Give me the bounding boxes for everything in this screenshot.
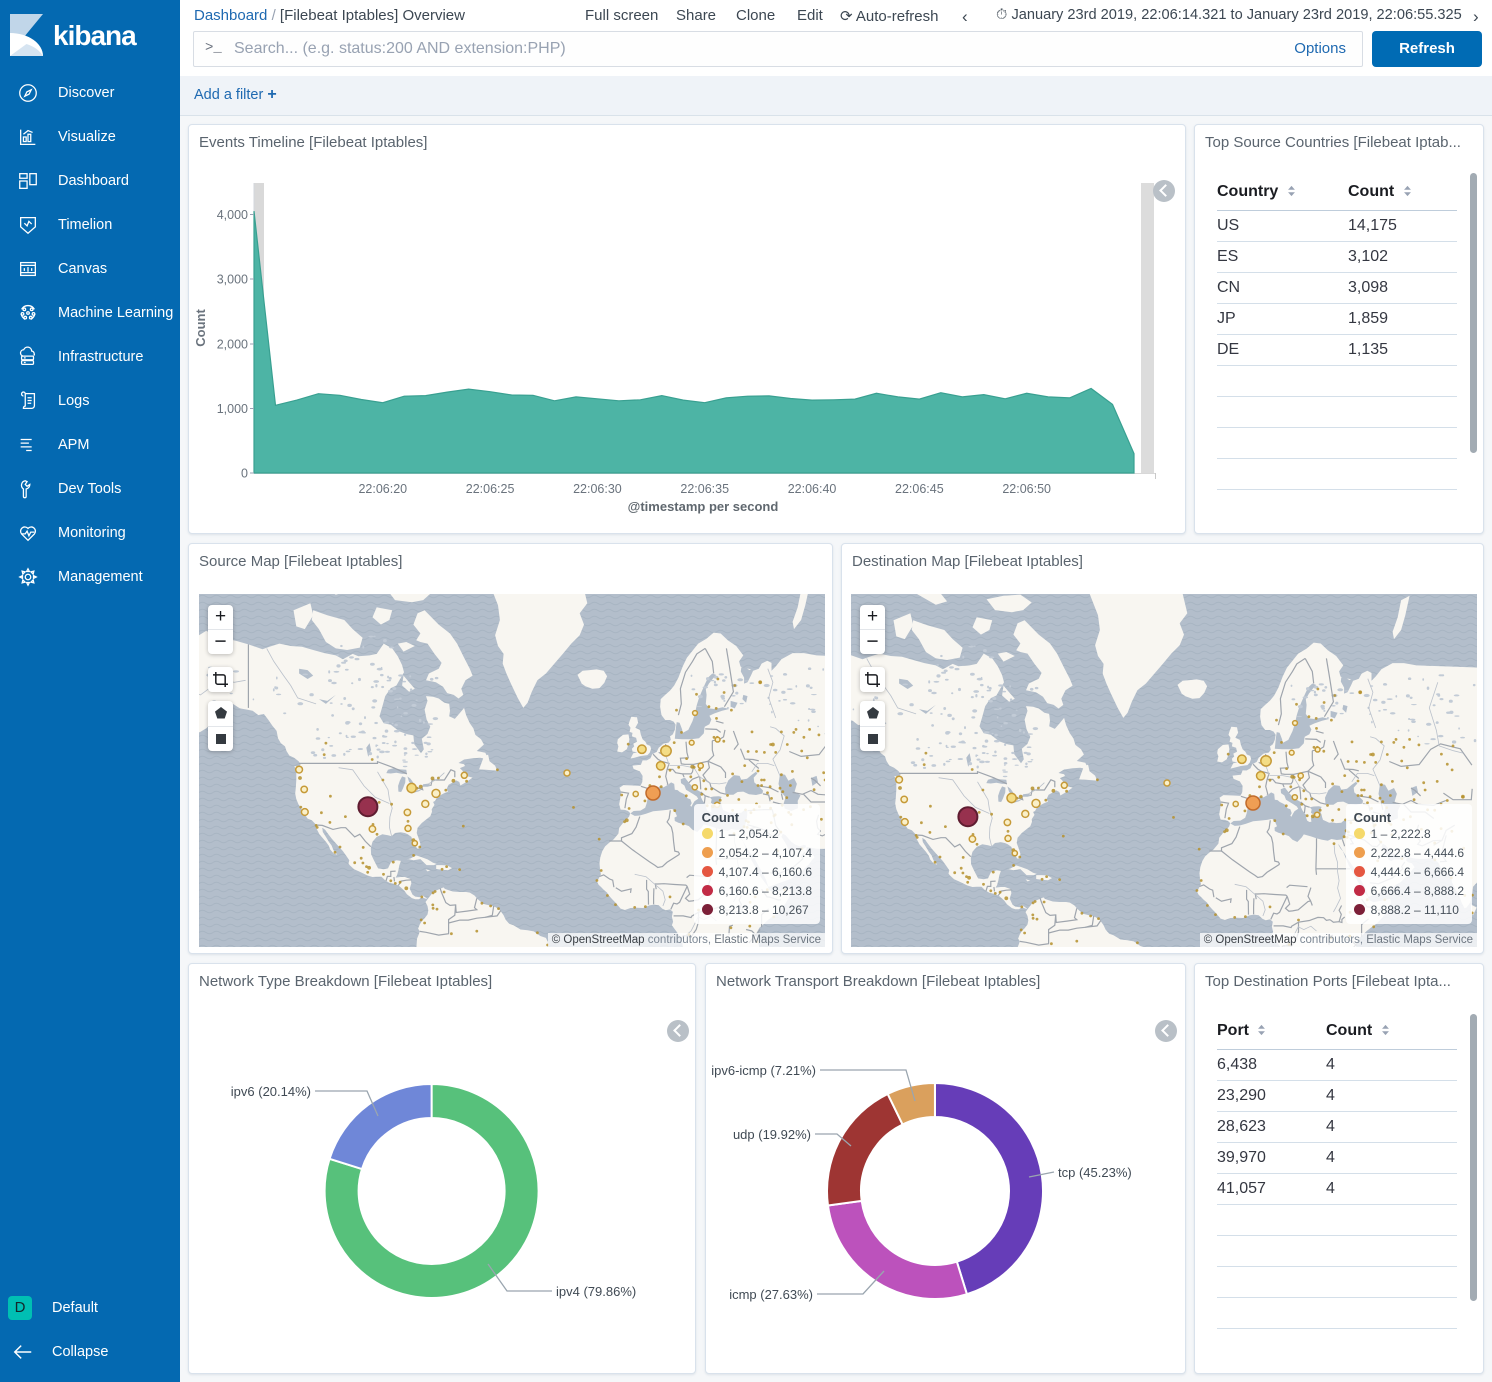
- svg-text:22:06:25: 22:06:25: [466, 482, 515, 496]
- svg-text:icmp (27.63%): icmp (27.63%): [729, 1287, 813, 1302]
- svg-text:1,000: 1,000: [217, 402, 248, 416]
- svg-text:Count: Count: [193, 309, 208, 347]
- svg-text:@timestamp per second: @timestamp per second: [628, 499, 779, 514]
- svg-text:tcp (45.23%): tcp (45.23%): [1058, 1165, 1132, 1180]
- svg-text:22:06:40: 22:06:40: [788, 482, 837, 496]
- svg-text:22:06:35: 22:06:35: [680, 482, 729, 496]
- svg-text:2,000: 2,000: [217, 338, 248, 352]
- svg-text:ipv6 (20.14%): ipv6 (20.14%): [231, 1084, 311, 1099]
- svg-text:0: 0: [241, 467, 248, 481]
- svg-text:udp (19.92%): udp (19.92%): [733, 1127, 811, 1142]
- svg-text:22:06:50: 22:06:50: [1002, 482, 1051, 496]
- svg-text:ipv4 (79.86%): ipv4 (79.86%): [556, 1284, 636, 1299]
- svg-text:22:06:30: 22:06:30: [573, 482, 622, 496]
- svg-text:3,000: 3,000: [217, 273, 248, 287]
- svg-text:22:06:20: 22:06:20: [358, 482, 407, 496]
- svg-text:22:06:45: 22:06:45: [895, 482, 944, 496]
- svg-text:4,000: 4,000: [217, 208, 248, 222]
- svg-text:ipv6-icmp (7.21%): ipv6-icmp (7.21%): [711, 1063, 816, 1078]
